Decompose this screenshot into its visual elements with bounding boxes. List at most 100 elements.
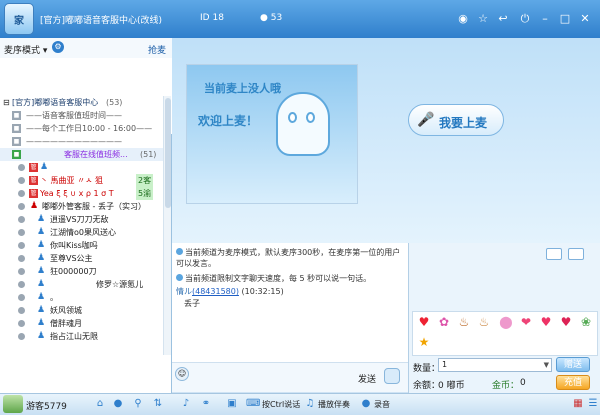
quantity-select[interactable]: 1 ▼: [438, 358, 552, 372]
host-icon: ♟: [30, 201, 39, 211]
star-icon[interactable]: ☆: [476, 12, 490, 26]
user-icon: ♟: [37, 331, 46, 341]
keyboard-icon[interactable]: ⌨: [246, 398, 260, 410]
user-icon: ♟: [37, 253, 46, 263]
balance-label: 余额：: [413, 381, 441, 391]
user-row[interactable]: 管 丶 馬曲亚 〃ㅅ 狙 2客: [0, 174, 163, 187]
user-row[interactable]: 管 ♟: [0, 161, 163, 174]
host-badge-icon: 管: [29, 163, 38, 172]
send-options-icon[interactable]: [384, 368, 400, 384]
lipstick-icon[interactable]: ♥: [537, 314, 555, 331]
title-bar: 家 [官方]嘟嘟语音客服中心(改线) ID 18 ● 53 ◉ ☆ ↩ ⏻ – …: [0, 0, 600, 38]
lips-icon[interactable]: ♥: [415, 314, 433, 331]
join-mic-button[interactable]: 🎤 我要上麦: [408, 104, 504, 136]
message-header: 情ル(48431580) (10:32:15): [176, 287, 284, 296]
host-badge-icon: 管: [29, 176, 38, 185]
music-icon[interactable]: ♫: [304, 398, 316, 410]
scrollbar-thumb[interactable]: [165, 98, 171, 208]
user-row[interactable]: ♟ 至尊VS公主: [0, 252, 163, 265]
push-to-talk-label[interactable]: 按Ctrl说话: [262, 399, 300, 410]
send-button[interactable]: 发送: [358, 372, 376, 385]
username: 游客5779: [26, 402, 67, 412]
chat-input[interactable]: [192, 364, 342, 390]
close-icon[interactable]: ✕: [578, 12, 592, 26]
tree-item[interactable]: ■ ——每个工作日10:00 - 16:00——: [0, 122, 163, 135]
recharge-button[interactable]: 充值: [556, 375, 590, 390]
layout-icon[interactable]: [546, 248, 562, 260]
user-row[interactable]: ♟ 指占江山无限: [0, 330, 163, 343]
user-row[interactable]: ♟ 你叫Kiss咖吗: [0, 239, 163, 252]
channel-id-label: ID 18: [200, 13, 224, 23]
info-icon: [176, 274, 183, 281]
lock-icon: ■: [12, 137, 21, 146]
eye-icon[interactable]: ◉: [456, 12, 470, 26]
record-button[interactable]: 录音: [374, 399, 390, 410]
user-row[interactable]: ♟ 逍遥VS刀刀无敌: [0, 213, 163, 226]
minimize-icon[interactable]: –: [538, 12, 552, 26]
give-gift-button[interactable]: 赠送: [556, 357, 590, 372]
balance-value: 0 嘟币: [438, 381, 465, 391]
play-accompaniment-button[interactable]: 播放伴奏: [318, 399, 350, 410]
channel-tree: ⊟ [官方]嘟嘟语音客服中心 (53) ■ ——语音客服值班时间—— ■ ——每…: [0, 96, 163, 355]
home-icon[interactable]: ⌂: [94, 398, 106, 410]
tree-item[interactable]: ■ ——语音客服值班时间——: [0, 109, 163, 122]
tree-item-selected[interactable]: ■ 客服在线值班频... (51): [0, 148, 163, 161]
speaker-icon[interactable]: ♪: [180, 398, 192, 410]
user-id-link[interactable]: (48431580): [192, 287, 239, 296]
back-icon[interactable]: ↩: [496, 12, 510, 26]
grab-mic-link[interactable]: 抢麦: [148, 43, 166, 56]
maximize-icon[interactable]: □: [558, 12, 572, 26]
open-channel-icon: ■: [12, 150, 21, 159]
coin-label: 金币：: [492, 381, 520, 391]
settings-icon[interactable]: ⚙: [52, 41, 64, 53]
lock-icon: ■: [12, 111, 21, 120]
kiss-icon[interactable]: ♥: [557, 314, 575, 331]
user-row[interactable]: 管 Yea ξ ξ ∪ x ρ 1 σ T 5渝: [0, 187, 163, 200]
message-text: 丢子: [184, 299, 200, 308]
window-title: [官方]嘟嘟语音客服中心(改线): [40, 16, 163, 26]
record-icon[interactable]: ●: [360, 398, 372, 410]
user-row[interactable]: ♟ 。: [0, 291, 163, 304]
menu-icon[interactable]: ☰: [587, 398, 599, 410]
search-icon[interactable]: ⚲: [132, 398, 144, 410]
user-icon: ♟: [37, 292, 46, 302]
user-icon: ♟: [37, 214, 46, 224]
mode-dropdown[interactable]: 麦序模式 ▾: [4, 43, 47, 56]
sidebar-header: 麦序模式 ▾ ⚙ 抢麦: [0, 38, 172, 58]
user-row[interactable]: ♟ 修罗☆源氪儿: [0, 278, 163, 291]
video-icon[interactable]: ▣: [226, 398, 238, 410]
user-row[interactable]: ♟ 僧胖魂月: [0, 317, 163, 330]
user-icon: ♟: [37, 266, 46, 276]
microphone-icon: 🎤: [417, 112, 435, 128]
avatar[interactable]: [3, 395, 23, 413]
ghost-mascot-icon: [276, 92, 330, 156]
coin-value: 0: [520, 378, 526, 388]
flower-icon[interactable]: ✿: [435, 314, 453, 331]
emoji-icon[interactable]: ☺: [175, 367, 189, 381]
tree-item[interactable]: ■ ————————————: [0, 135, 163, 148]
gift-box-icon[interactable]: ▦: [572, 398, 584, 410]
user-row[interactable]: ♟ 嘟嘟外管客服 - 丢子（实习）: [0, 200, 163, 213]
star-gift-icon[interactable]: ★: [415, 334, 433, 351]
user-icon: ♟: [37, 240, 46, 250]
quantity-label: 数量：: [413, 364, 441, 374]
user-icon: ♟: [37, 318, 46, 328]
egg-icon[interactable]: ⬤: [497, 314, 515, 331]
chevron-down-icon: ▼: [543, 361, 549, 369]
tree-root[interactable]: ⊟ [官方]嘟嘟语音客服中心 (53): [0, 96, 163, 109]
microphone-icon[interactable]: ⚭: [200, 398, 212, 410]
sidebar-scrollbar[interactable]: [163, 96, 171, 355]
cake-icon[interactable]: ♨: [455, 314, 473, 331]
lock-icon: ■: [12, 124, 21, 133]
heart-icon[interactable]: ❤: [517, 314, 535, 331]
user-row[interactable]: ♟ 狂000000刀: [0, 265, 163, 278]
user-row[interactable]: ♟ 江湖情o0果风送心: [0, 226, 163, 239]
user-row[interactable]: ♟ 妖风领城: [0, 304, 163, 317]
cake2-icon[interactable]: ♨: [475, 314, 493, 331]
power-icon[interactable]: ⏻: [518, 12, 532, 26]
app-logo: 家: [4, 3, 34, 35]
exchange-icon[interactable]: ⇅: [152, 398, 164, 410]
candy-icon[interactable]: ❀: [577, 314, 595, 331]
fullscreen-icon[interactable]: [568, 248, 584, 260]
location-icon[interactable]: ●: [112, 398, 124, 410]
